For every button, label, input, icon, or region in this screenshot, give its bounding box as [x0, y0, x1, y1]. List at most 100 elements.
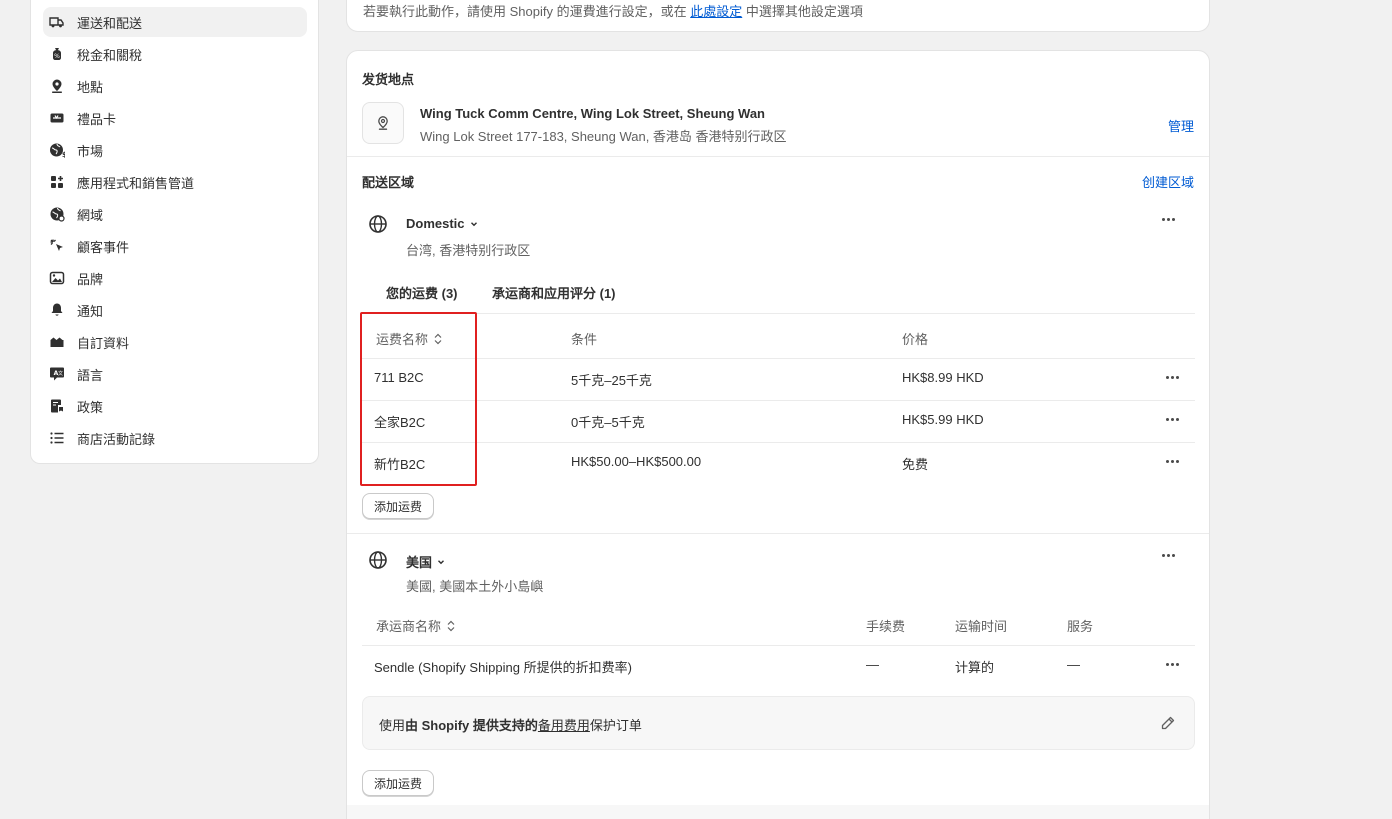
- tab-your-rates[interactable]: 您的运费 (3): [386, 283, 458, 302]
- divider: [362, 645, 1195, 646]
- svg-text:$: $: [62, 151, 65, 158]
- sidebar-item-label: 地點: [77, 79, 104, 95]
- globe-market-icon: $: [49, 142, 65, 158]
- setup-link[interactable]: 此處設定: [690, 4, 742, 19]
- column-header-condition: 条件: [571, 332, 598, 347]
- sidebar-item-label: 網域: [77, 207, 104, 223]
- column-header-price: 价格: [902, 332, 929, 347]
- origin-section-title: 发货地点: [362, 72, 415, 87]
- carrier-transit: 计算的: [955, 660, 995, 675]
- sidebar-item-metafields[interactable]: 自訂資料: [43, 327, 307, 357]
- carrier-more-actions-button[interactable]: [1162, 656, 1182, 672]
- sidebar-item-label: 稅金和關稅: [77, 47, 143, 63]
- manage-location-link[interactable]: 管理: [1168, 116, 1194, 135]
- sidebar-item-gift-cards[interactable]: 禮品卡: [43, 103, 307, 133]
- rate-name: 711 B2C: [374, 370, 424, 385]
- card-footer: [347, 805, 1209, 819]
- language-icon: A文: [49, 366, 65, 382]
- divider: [347, 156, 1209, 157]
- origin-location-name: Wing Tuck Comm Centre, Wing Lok Street, …: [420, 106, 766, 121]
- sidebar-item-policies[interactable]: 政策: [43, 391, 307, 421]
- sidebar-item-label: 應用程式和銷售管道: [77, 175, 195, 191]
- globe-domain-icon: [49, 206, 65, 222]
- rate-more-actions-button[interactable]: [1162, 453, 1182, 469]
- svg-text:%: %: [54, 53, 60, 60]
- shipping-info-text: 若要執行此動作，請使用 Shopify 的運費進行設定，或在 此處設定 中選擇其…: [363, 4, 863, 19]
- sidebar-item-label: 禮品卡: [77, 111, 117, 127]
- location-pin-icon: [49, 78, 65, 94]
- sidebar-item-brand[interactable]: 品牌: [43, 263, 307, 293]
- backup-rates-banner: 使用由 Shopify 提供支持的备用费用保护订单: [362, 696, 1195, 750]
- settings-sidebar: 運送和配送 % 稅金和關稅 地點 禮品卡 $ 市場 應用程式和銷售管道 網域 顧…: [30, 0, 319, 464]
- zones-section-title: 配送区域: [362, 175, 415, 190]
- rate-condition: 0千克–5千克: [571, 415, 645, 430]
- svg-text:文: 文: [58, 370, 63, 377]
- divider: [347, 533, 1209, 534]
- pencil-edit-icon[interactable]: [1160, 715, 1176, 731]
- add-rate-button[interactable]: 添加运费: [362, 493, 435, 519]
- create-zone-link[interactable]: 创建区域: [1142, 172, 1194, 191]
- column-header-carrier-name[interactable]: 承运商名称: [376, 616, 456, 635]
- rate-price: HK$5.99 HKD: [902, 412, 984, 427]
- sidebar-item-notifications[interactable]: 通知: [43, 295, 307, 325]
- sidebar-item-label: 語言: [77, 367, 104, 383]
- image-brand-icon: [49, 270, 65, 286]
- sidebar-item-shipping[interactable]: 運送和配送: [43, 7, 307, 37]
- globe-icon: [369, 215, 387, 233]
- sidebar-item-customer-events[interactable]: 顧客事件: [43, 231, 307, 261]
- sidebar-item-domains[interactable]: 網域: [43, 199, 307, 229]
- sidebar-item-apps[interactable]: 應用程式和銷售管道: [43, 167, 307, 197]
- divider: [362, 358, 1195, 359]
- shipping-profile-card: 发货地点 Wing Tuck Comm Centre, Wing Lok Str…: [346, 50, 1210, 819]
- sidebar-item-locations[interactable]: 地點: [43, 71, 307, 101]
- sidebar-item-label: 顧客事件: [77, 239, 130, 255]
- divider: [362, 400, 1195, 401]
- location-pin-icon: [378, 116, 388, 130]
- zone-name-domestic[interactable]: Domestic: [406, 216, 479, 231]
- rate-name: 全家B2C: [374, 415, 426, 430]
- rate-condition: 5千克–25千克: [571, 373, 652, 388]
- chevron-down-icon: [438, 559, 445, 564]
- cursor-click-icon: [49, 238, 65, 254]
- backup-rates-link[interactable]: 备用费用: [538, 718, 590, 733]
- rate-more-actions-button[interactable]: [1162, 369, 1182, 385]
- chevron-down-icon: [470, 221, 477, 226]
- sidebar-item-markets[interactable]: $ 市場: [43, 135, 307, 165]
- sidebar-item-activity-log[interactable]: 商店活動記錄: [43, 423, 307, 453]
- sidebar-item-label: 品牌: [77, 271, 104, 287]
- sidebar-item-label: 運送和配送: [77, 15, 143, 31]
- globe-icon: [369, 551, 387, 569]
- rate-name: 新竹B2C: [374, 457, 426, 472]
- carrier-fee: —: [866, 657, 879, 672]
- sidebar-item-label: 通知: [77, 303, 104, 319]
- sidebar-item-label: 政策: [77, 399, 104, 415]
- shipping-info-card: 若要執行此動作，請使用 Shopify 的運費進行設定，或在 此處設定 中選擇其…: [346, 0, 1210, 32]
- rate-more-actions-button[interactable]: [1162, 411, 1182, 427]
- gift-card-icon: [49, 110, 65, 126]
- add-rate-button[interactable]: 添加运费: [362, 770, 435, 796]
- tax-bag-icon: %: [49, 46, 65, 62]
- rate-condition: HK$50.00–HK$500.00: [571, 454, 702, 469]
- sort-icon: [434, 333, 442, 344]
- zone-more-actions-button[interactable]: [1158, 547, 1178, 563]
- truck-icon: [49, 14, 65, 30]
- carrier-service: —: [1067, 657, 1080, 672]
- column-header-service: 服务: [1067, 619, 1094, 634]
- location-icon-box: [362, 102, 404, 144]
- carrier-name: Sendle (Shopify Shipping 所提供的折扣费率): [374, 660, 632, 675]
- column-header-rate-name[interactable]: 运费名称: [376, 329, 443, 348]
- backup-rates-text: 使用由 Shopify 提供支持的备用费用保护订单: [379, 718, 642, 733]
- origin-location-address: Wing Lok Street 177-183, Sheung Wan, 香港岛…: [420, 129, 787, 144]
- sidebar-item-label: 自訂資料: [77, 335, 130, 351]
- sidebar-item-taxes[interactable]: % 稅金和關稅: [43, 39, 307, 69]
- policy-icon: [49, 398, 65, 414]
- sidebar-item-label: 商店活動記錄: [77, 431, 156, 447]
- zone-more-actions-button[interactable]: [1158, 211, 1178, 227]
- bell-icon: [49, 302, 65, 318]
- metafields-icon: [49, 334, 65, 350]
- tab-carrier-rates[interactable]: 承运商和应用评分 (1): [492, 283, 616, 302]
- divider: [362, 442, 1195, 443]
- list-icon: [49, 430, 65, 446]
- zone-name-usa[interactable]: 美国: [406, 552, 446, 571]
- sidebar-item-languages[interactable]: A文 語言: [43, 359, 307, 389]
